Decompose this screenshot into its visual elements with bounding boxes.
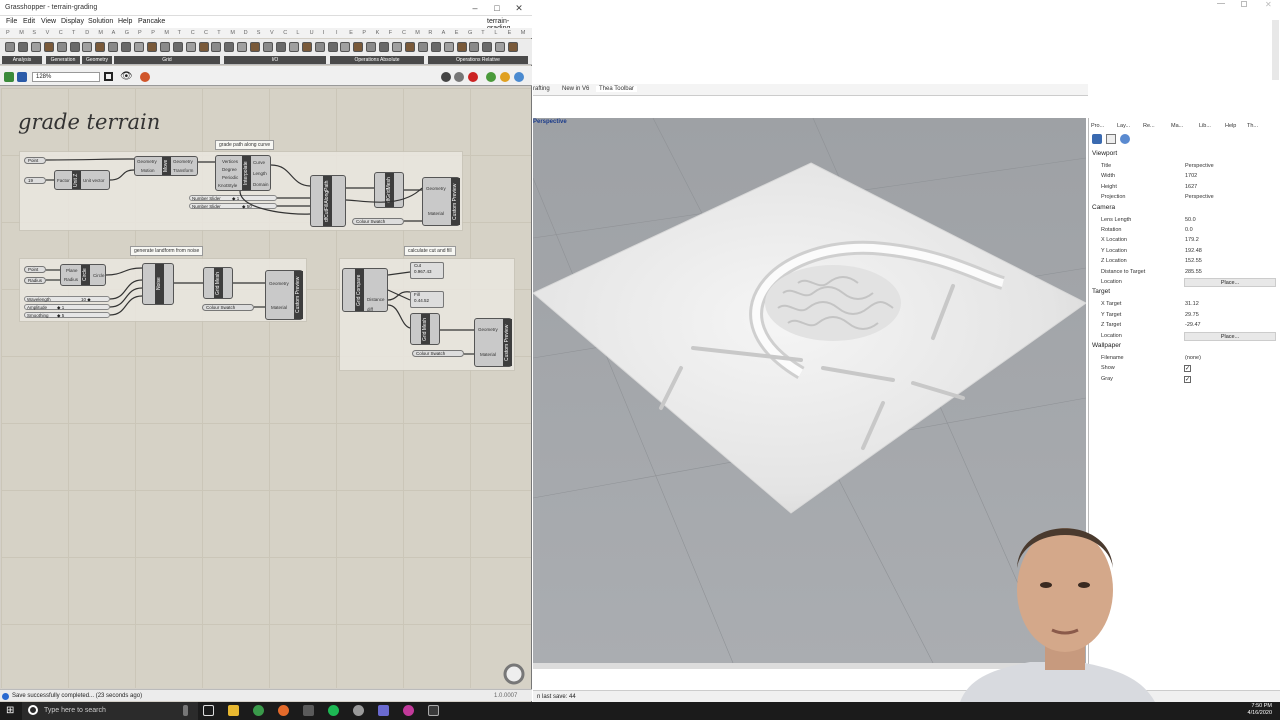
property-row: Y Target 29.75 (1092, 310, 1278, 320)
tab-drafting[interactable]: rafting (533, 86, 550, 92)
microphone-icon[interactable] (183, 705, 188, 716)
place-button[interactable]: Place... (1184, 331, 1276, 341)
property-value[interactable]: -29.47 (1185, 322, 1201, 328)
rhino-status-text: n last save: 44 (537, 694, 576, 700)
obs-icon[interactable] (403, 705, 414, 716)
property-value[interactable]: Perspective (1185, 163, 1214, 169)
property-key: Width (1101, 173, 1116, 180)
windows-start-icon[interactable]: ⊞ (6, 706, 16, 716)
place-button[interactable]: Place... (1184, 278, 1276, 287)
spotify-icon[interactable] (328, 705, 339, 716)
property-row: Lens Length 50.0 (1092, 215, 1278, 225)
property-value[interactable]: 1627 (1185, 184, 1197, 190)
viewport-icon[interactable] (1106, 134, 1116, 144)
section-header[interactable]: Camera (1092, 204, 1115, 211)
rhino-close-icon[interactable]: ✕ (1265, 0, 1272, 9)
property-value[interactable]: 0.0 (1185, 227, 1193, 233)
property-value[interactable]: (none) (1185, 355, 1201, 361)
search-icon (28, 705, 38, 715)
app-icon[interactable] (353, 705, 364, 716)
property-key: Title (1101, 163, 1112, 169)
property-key: Height (1101, 183, 1117, 190)
rhino-maximize-icon[interactable] (1241, 1, 1247, 7)
gh-status-bar: Save successfully completed... (23 secon… (0, 689, 532, 701)
info-icon (2, 693, 9, 700)
property-value[interactable]: 192.48 (1185, 248, 1202, 254)
tab-new-in-v6[interactable]: New in V6 (562, 86, 589, 92)
file-explorer-icon[interactable] (228, 705, 239, 716)
command-scrollbar[interactable] (1272, 20, 1279, 80)
property-row: X Target 31.12 (1092, 299, 1278, 309)
property-row: Z Target -29.47 (1092, 320, 1278, 330)
settings-icon[interactable] (1120, 134, 1130, 144)
property-key: Y Location (1101, 247, 1127, 254)
property-row: Projection Perspective (1092, 192, 1278, 202)
tab-layers[interactable]: Lay... (1117, 123, 1130, 129)
navigation-wheel-icon[interactable] (500, 660, 528, 686)
property-key: Lens Length (1101, 216, 1132, 223)
property-value[interactable]: 285.55 (1185, 269, 1202, 275)
rhino-taskbar-icon[interactable] (428, 705, 439, 716)
property-key: Distance to Target (1101, 268, 1146, 275)
taskbar-clock[interactable]: 7:50 PM 4/16/2020 (1222, 703, 1272, 717)
discord-icon[interactable] (378, 705, 389, 716)
property-row: X Location 179.2 (1092, 235, 1278, 245)
rhino-toolbar-tabs: rafting New in V6 Thea Toolbar (533, 84, 1088, 96)
property-key: Filename (1101, 355, 1124, 361)
property-key: Show (1101, 365, 1115, 372)
property-row: Z Location 152.55 (1092, 256, 1278, 266)
checkbox[interactable]: ✓ (1184, 365, 1191, 373)
panel-tabs: Pro... Lay... Re... Ma... Lib... Help Th… (1089, 122, 1280, 132)
section-header[interactable]: Wallpaper (1092, 342, 1121, 349)
tab-render[interactable]: Re... (1143, 123, 1155, 129)
gh-wires (45, 158, 474, 355)
property-row: Height 1627 (1092, 182, 1278, 192)
property-key: X Location (1101, 237, 1127, 244)
property-value[interactable]: 179.2 (1185, 237, 1199, 243)
webcam-overlay (960, 528, 1155, 702)
property-key: Z Target (1101, 322, 1122, 329)
camera-icon[interactable] (1092, 134, 1102, 144)
property-key: Projection (1101, 194, 1126, 201)
property-row: Title Perspective (1092, 161, 1278, 171)
gh-version: 1.0.0007 (494, 693, 518, 699)
firefox-icon[interactable] (278, 705, 289, 716)
property-key: Gray (1101, 375, 1113, 382)
property-value[interactable]: 50.0 (1185, 217, 1196, 223)
section-header[interactable]: Target (1092, 288, 1110, 295)
property-value[interactable]: 29.75 (1185, 312, 1199, 318)
property-value[interactable]: 1702 (1185, 173, 1197, 179)
property-key: Z Location (1101, 258, 1127, 265)
property-row: Filename (none) (1092, 353, 1278, 363)
property-value[interactable]: 31.12 (1185, 301, 1199, 307)
property-row: Distance to Target 285.55 (1092, 267, 1278, 277)
property-value[interactable]: 152.55 (1185, 258, 1202, 264)
property-key: Location (1101, 332, 1122, 339)
property-key: Rotation (1101, 227, 1122, 233)
property-key: X Target (1101, 301, 1122, 308)
property-row: Rotation 0.0 (1092, 225, 1278, 235)
tab-thea[interactable]: Th... (1247, 123, 1258, 129)
property-row: Y Location 192.48 (1092, 246, 1278, 256)
task-view-icon[interactable] (203, 705, 214, 716)
rhino-minimize-icon[interactable] (1217, 3, 1225, 4)
section-header[interactable]: Viewport (1092, 150, 1117, 157)
property-key: Y Target (1101, 311, 1122, 318)
taskbar-search-box[interactable]: Type here to search (22, 702, 198, 720)
tab-materials[interactable]: Ma... (1171, 123, 1183, 129)
gh-status-text: Save successfully completed... (23 secon… (12, 693, 143, 699)
property-key: Location (1101, 279, 1122, 285)
tab-thea-toolbar[interactable]: Thea Toolbar (596, 86, 637, 92)
chrome-icon[interactable] (253, 705, 264, 716)
checkbox[interactable]: ✓ (1184, 375, 1191, 383)
tab-libraries[interactable]: Lib... (1199, 123, 1211, 129)
rhino-command-area: ✕ (533, 0, 1280, 82)
tab-help[interactable]: Help (1225, 123, 1236, 129)
tab-properties[interactable]: Pro... (1091, 123, 1104, 129)
property-value[interactable]: Perspective (1185, 194, 1214, 200)
property-row: Width 1702 (1092, 171, 1278, 181)
calculator-icon[interactable] (303, 705, 314, 716)
viewport-label[interactable]: Perspective (533, 119, 567, 125)
